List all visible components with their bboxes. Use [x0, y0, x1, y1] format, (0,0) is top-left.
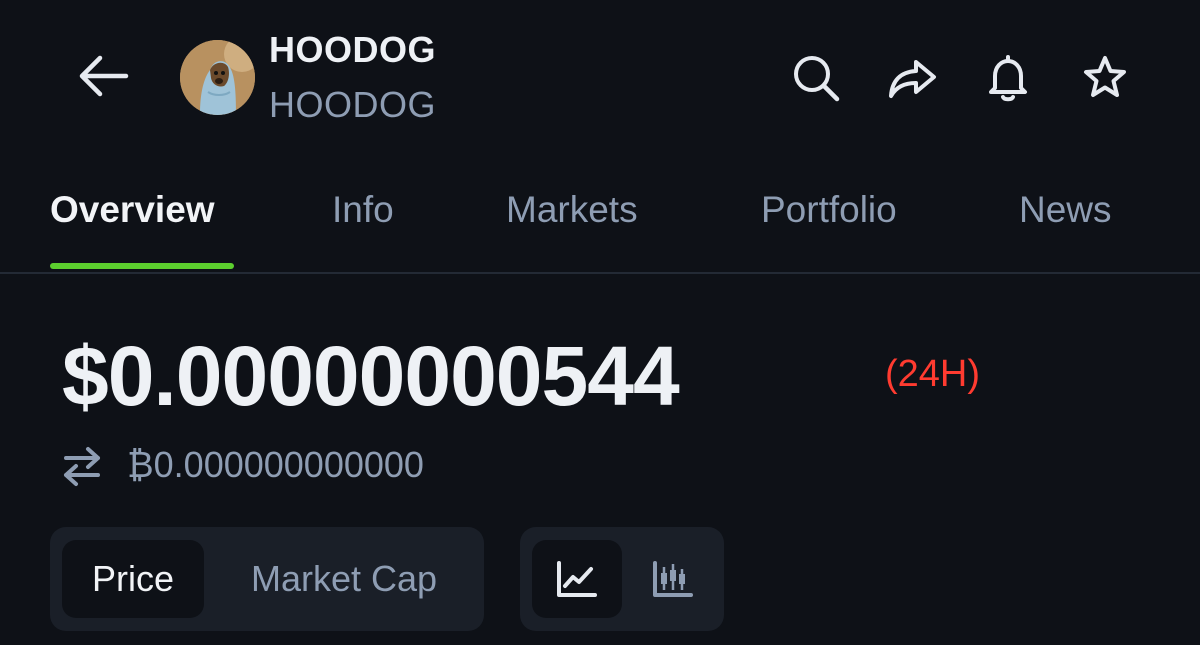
candlestick-chart-icon [653, 561, 693, 597]
candlestick-chart-button[interactable] [630, 540, 716, 618]
token-avatar [180, 40, 255, 115]
bell-icon [989, 55, 1027, 102]
tab-portfolio[interactable]: Portfolio [761, 188, 897, 232]
back-button[interactable] [66, 44, 138, 108]
market-cap-option[interactable]: Market Cap [216, 540, 472, 618]
search-button[interactable] [788, 50, 844, 106]
share-button[interactable] [884, 50, 940, 106]
search-icon [794, 56, 840, 102]
tab-news[interactable]: News [1019, 188, 1112, 232]
active-tab-indicator [50, 263, 234, 269]
btc-price: ₿0.000000000000 [127, 444, 424, 485]
tab-info[interactable]: Info [332, 188, 394, 232]
token-name: HOODOG [269, 29, 437, 70]
tab-overview[interactable]: Overview [50, 188, 215, 232]
chart-type-toggle [520, 527, 724, 631]
token-symbol: HOODOG [269, 84, 437, 125]
token-detail-screen: HOODOG HOODOG Overview Info Markets Port… [0, 0, 1200, 645]
swap-arrows-icon [64, 447, 100, 486]
share-icon [889, 60, 936, 98]
metric-toggle: Price Market Cap [50, 527, 484, 631]
tab-markets[interactable]: Markets [506, 188, 638, 232]
price-option[interactable]: Price [62, 540, 204, 618]
line-chart-icon [557, 561, 597, 597]
hoodog-logo-icon [180, 40, 255, 115]
alert-button[interactable] [980, 50, 1036, 106]
usd-price: $0.00000000544 [62, 329, 680, 423]
star-icon [1084, 56, 1126, 97]
arrow-left-icon [79, 55, 129, 97]
currency-switch-button[interactable] [60, 444, 104, 488]
price-change-24h: (24H) [885, 353, 981, 395]
tab-bar: Overview Info Markets Portfolio News [0, 180, 1200, 274]
favorite-button[interactable] [1077, 50, 1133, 106]
line-chart-button[interactable] [532, 540, 622, 618]
